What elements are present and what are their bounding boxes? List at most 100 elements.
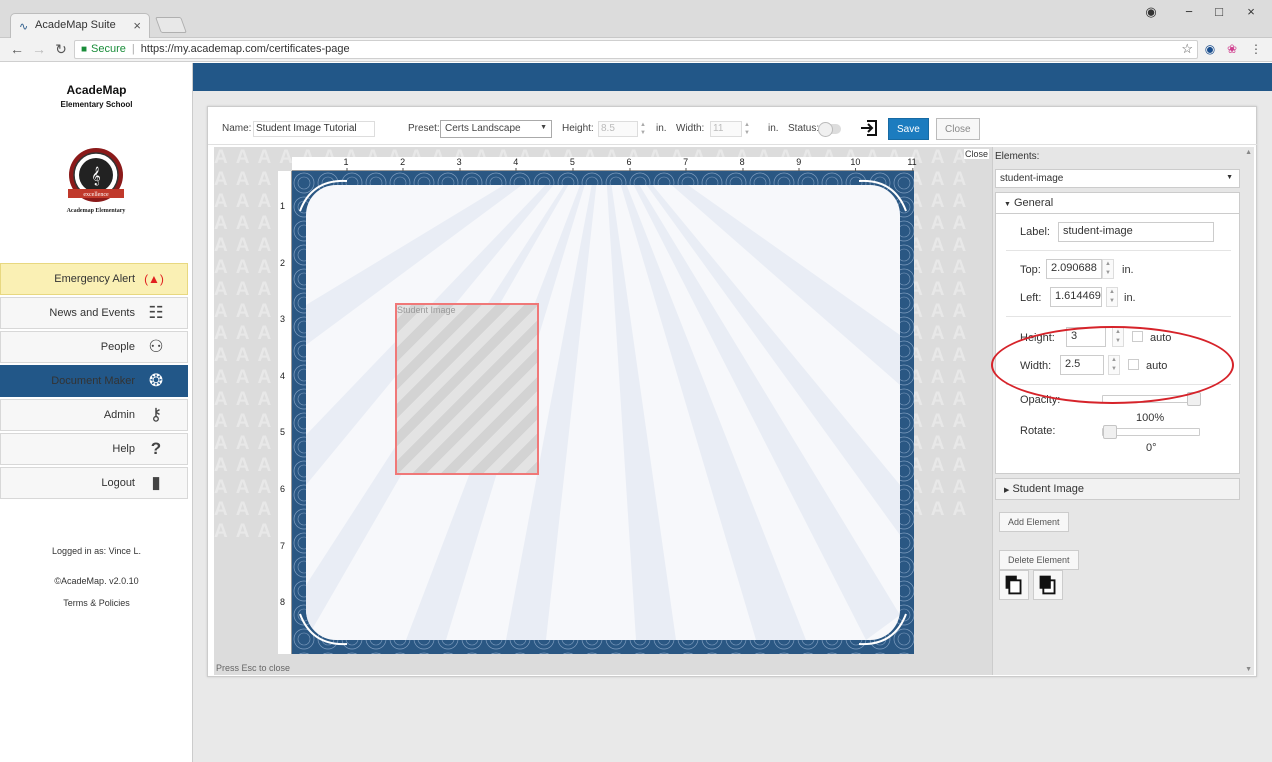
app-sidebar: AcadeMap Elementary School 𝄞 excellence … <box>0 63 193 762</box>
width-auto-checkbox[interactable] <box>1128 359 1139 370</box>
width-input[interactable]: 2.5 <box>1060 355 1104 375</box>
height-auto-label: auto <box>1150 332 1172 344</box>
minimize-button[interactable]: − <box>1174 4 1204 19</box>
height-label: Height: <box>562 123 594 134</box>
ruler-tick-label: 10 <box>850 157 861 172</box>
address-bar[interactable]: ■ Secure | https://my.academap.com/certific… <box>74 40 1198 59</box>
bring-forward-button[interactable] <box>1033 570 1063 600</box>
save-button[interactable]: Save <box>888 118 929 140</box>
browser-tab[interactable]: ∿ AcadeMap Suite × <box>10 13 150 38</box>
element-select[interactable]: student-image ▼ <box>995 169 1240 188</box>
tab-close-icon[interactable]: × <box>133 18 141 33</box>
back-arrow-icon[interactable]: ← <box>8 41 26 57</box>
page-height-input[interactable]: 8.5 <box>598 121 638 137</box>
sidebar-item-news-and-events[interactable]: News and Events ☷ <box>0 297 188 329</box>
color-extension-icon[interactable]: ❀ <box>1224 42 1240 56</box>
properties-panel: Elements: ▲ student-image ▼ ▼ General La… <box>992 147 1254 675</box>
height-stepper[interactable]: ▲ ▼ <box>1112 327 1124 347</box>
sidebar-item-people[interactable]: People ⚇ <box>0 331 188 363</box>
ruler-tick-label: 5 <box>280 427 286 438</box>
add-element-button[interactable]: Add Element <box>999 512 1069 532</box>
scroll-down-icon[interactable]: ▼ <box>1245 666 1252 673</box>
document-name-input[interactable]: Student Image Tutorial <box>253 121 375 137</box>
tab-title: AcadeMap Suite <box>35 19 116 31</box>
height-label: Height: <box>1020 332 1055 344</box>
rotate-value: 0° <box>1146 442 1157 454</box>
divider <box>1006 384 1231 385</box>
logo-ribbon-text: excellence <box>83 192 109 198</box>
profile-icon[interactable]: ◉ <box>1136 4 1166 20</box>
brand-name: AcadeMap <box>66 83 127 97</box>
height-input[interactable]: 3 <box>1066 327 1106 347</box>
certificate-body: Student Image <box>306 185 900 640</box>
label-field-label: Label: <box>1020 226 1050 238</box>
reload-icon[interactable]: ↻ <box>52 41 70 58</box>
page-height-stepper[interactable]: ▲ ▼ <box>638 121 648 137</box>
escape-hint: Press Esc to close <box>216 663 291 673</box>
sidebar-item-logout[interactable]: Logout ▮ <box>0 467 188 499</box>
opacity-slider-handle[interactable] <box>1187 392 1201 406</box>
design-canvas[interactable]: AAAA AAAAAA AAAAAAAAAA AAAAAA AAAAAAAAAA AAAA… <box>214 147 992 675</box>
sidebar-menu: Emergency Alert (▲) News and Events ☷ Pe… <box>0 263 188 501</box>
scroll-up-icon[interactable]: ▲ <box>1245 149 1252 156</box>
width-stepper[interactable]: ▲ ▼ <box>1108 355 1120 375</box>
export-login-icon[interactable] <box>860 119 878 137</box>
delete-element-button[interactable]: Delete Element <box>999 550 1079 570</box>
sidebar-item-label: Help <box>112 443 135 455</box>
sidebar-item-help[interactable]: Help ? <box>0 433 188 465</box>
ruler-tick-label: 6 <box>280 484 286 494</box>
name-label: Name: <box>222 123 252 134</box>
page-width-input[interactable]: 11 <box>710 121 742 137</box>
sidebar-item-emergency-alert[interactable]: Emergency Alert (▲) <box>0 263 188 295</box>
document-editor-panel: Name: Student Image Tutorial Preset: Cer… <box>207 106 1258 677</box>
forward-arrow-icon[interactable]: → <box>30 41 48 57</box>
rotate-slider[interactable] <box>1102 425 1200 439</box>
ruler-tick-label: 3 <box>280 314 286 325</box>
student-image-section-title: Student Image <box>1012 483 1085 495</box>
alarm-icon: (▲) <box>144 272 164 286</box>
new-tab-button[interactable] <box>155 17 187 33</box>
height-auto-checkbox[interactable] <box>1132 331 1143 342</box>
top-label: Top: <box>1020 264 1041 276</box>
opacity-slider[interactable] <box>1102 392 1201 406</box>
element-label-input[interactable]: student-image <box>1058 222 1214 242</box>
preset-select[interactable]: Certs Landscape ▼ <box>440 120 552 138</box>
page-width-stepper[interactable]: ▲ ▼ <box>742 121 752 137</box>
sidebar-item-admin[interactable]: Admin ⚷ <box>0 399 188 431</box>
width-auto-label: auto <box>1146 360 1168 372</box>
menu-kebab-icon[interactable]: ⋮ <box>1248 42 1264 56</box>
top-stepper[interactable]: ▲ ▼ <box>1102 259 1114 279</box>
certificate-page[interactable]: Student Image <box>292 171 914 654</box>
close-link[interactable]: Close <box>964 149 990 159</box>
school-logo: 𝄞 excellence Academap Elementary <box>67 148 125 214</box>
status-toggle[interactable] <box>818 122 841 137</box>
student-image-section-header[interactable]: ▶ Student Image <box>995 478 1240 500</box>
rotate-label: Rotate: <box>1020 425 1056 437</box>
close-window-button[interactable]: × <box>1236 4 1266 19</box>
top-input[interactable]: 2.090688 <box>1046 259 1102 279</box>
logged-in-text: Logged in as: Vince L. <box>52 546 141 556</box>
send-backward-button[interactable] <box>999 570 1029 600</box>
sidebar-item-document-maker[interactable]: Document Maker ❂ <box>0 365 188 397</box>
left-stepper[interactable]: ▲ ▼ <box>1106 287 1118 307</box>
ribbon-award-icon: ❂ <box>148 371 164 390</box>
divider <box>1006 250 1231 251</box>
top-band <box>193 63 1272 91</box>
maximize-button[interactable]: □ <box>1204 4 1234 19</box>
ruler-tick-label: 5 <box>569 157 575 172</box>
academap-favicon-icon: ∿ <box>19 21 29 33</box>
left-input[interactable]: 1.614469 <box>1050 287 1102 307</box>
ruler-tick-label: 11 <box>907 157 917 172</box>
close-button[interactable]: Close <box>936 118 980 140</box>
width-label: Width: <box>1020 360 1052 372</box>
rotate-slider-handle[interactable] <box>1103 425 1117 439</box>
general-section-header[interactable]: ▼ General <box>995 192 1240 214</box>
eye-extension-icon[interactable]: ◉ <box>1202 42 1218 56</box>
terms-link[interactable]: Terms & Policies <box>0 598 193 608</box>
address-separator: | <box>131 43 135 55</box>
student-image-element[interactable]: Student Image <box>395 303 539 475</box>
people-icon: ⚇ <box>148 337 164 356</box>
version-text: ©AcadeMap. v2.0.10 <box>54 576 139 586</box>
ruler-tick-label: 8 <box>280 597 286 608</box>
bookmark-star-icon[interactable]: ☆ <box>1181 41 1193 57</box>
